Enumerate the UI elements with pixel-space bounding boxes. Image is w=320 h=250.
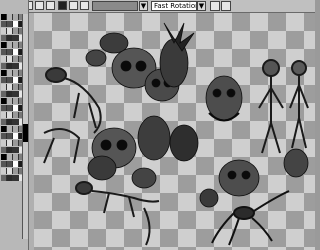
monster-head xyxy=(205,75,243,122)
rotation-dropdown-arrow[interactable]: ▼ xyxy=(197,1,206,11)
brush-icon[interactable] xyxy=(80,1,89,10)
toolbar: ▼ Fast Rotation ▼ xyxy=(0,0,315,13)
color-swatch-icon[interactable] xyxy=(58,1,67,10)
paste-icon[interactable] xyxy=(46,1,55,10)
palette-scrollbar[interactable] xyxy=(22,14,28,239)
copy-icon[interactable] xyxy=(35,1,44,10)
grid-toggle-icon[interactable] xyxy=(210,1,220,11)
palette-scroll-thumb[interactable] xyxy=(23,124,28,142)
standing-skeleton-2 xyxy=(289,60,309,149)
layer-dropdown-arrow[interactable]: ▼ xyxy=(139,1,148,11)
skull-cluster-top xyxy=(85,22,195,102)
standing-skeleton-1 xyxy=(258,59,284,154)
layer-field[interactable] xyxy=(92,1,138,11)
crawling-skeleton xyxy=(75,181,160,246)
spider-creature xyxy=(211,190,290,246)
skull-cluster-bottom-right xyxy=(199,148,309,208)
rotation-mode-select[interactable]: Fast Rotation xyxy=(151,1,197,11)
skull-cluster-center xyxy=(87,115,199,189)
options-icon[interactable] xyxy=(221,1,231,11)
record-icon[interactable] xyxy=(69,1,78,10)
skeleton-artwork xyxy=(43,22,309,246)
color-palette xyxy=(0,0,29,250)
